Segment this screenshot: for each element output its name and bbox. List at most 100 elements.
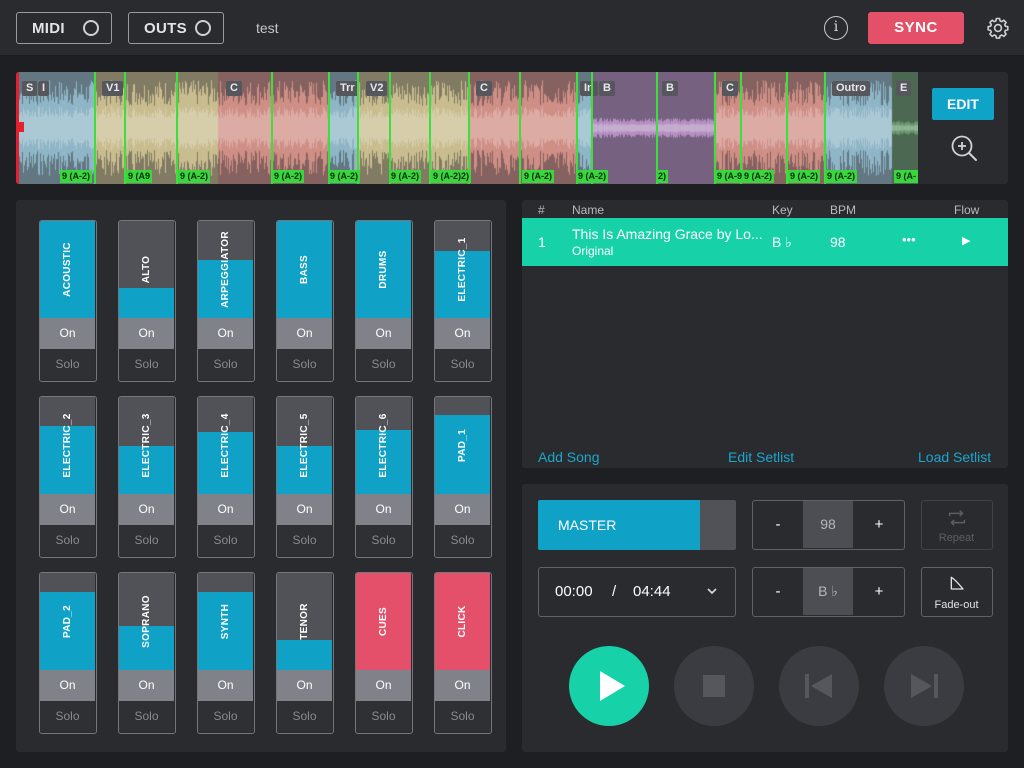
- solo-button[interactable]: Solo: [277, 525, 332, 556]
- section-label[interactable]: I: [38, 81, 50, 96]
- volume-fader[interactable]: CLICK: [435, 573, 490, 670]
- bpm-increase-button[interactable]: +: [854, 501, 904, 548]
- track-name: ACOUSTIC: [62, 242, 73, 297]
- chord-label: 9 (A-2)2): [431, 170, 472, 183]
- solo-button[interactable]: Solo: [356, 525, 411, 556]
- solo-button[interactable]: Solo: [119, 349, 174, 380]
- solo-button[interactable]: Solo: [40, 525, 95, 556]
- section-label[interactable]: In: [580, 81, 598, 96]
- volume-fader[interactable]: CUES: [356, 573, 411, 670]
- section-label[interactable]: C: [476, 81, 492, 96]
- section-label[interactable]: S: [22, 81, 38, 96]
- volume-fader[interactable]: SOPRANO: [119, 573, 174, 670]
- key-decrease-button[interactable]: -: [753, 568, 803, 615]
- solo-button[interactable]: Solo: [198, 525, 253, 556]
- mute-on-button[interactable]: On: [40, 318, 95, 349]
- volume-fader[interactable]: PAD_1: [435, 397, 490, 494]
- section-label[interactable]: V1: [102, 81, 124, 96]
- solo-button[interactable]: Solo: [119, 525, 174, 556]
- volume-fader[interactable]: SYNTH: [198, 573, 253, 670]
- mute-on-button[interactable]: On: [356, 318, 411, 349]
- solo-button[interactable]: Solo: [435, 701, 490, 732]
- mute-on-button[interactable]: On: [119, 318, 174, 349]
- add-song-link[interactable]: Add Song: [538, 449, 600, 465]
- mute-on-button[interactable]: On: [198, 670, 253, 701]
- volume-fader[interactable]: ACOUSTIC: [40, 221, 95, 318]
- solo-button[interactable]: Solo: [435, 349, 490, 380]
- solo-button[interactable]: Solo: [277, 349, 332, 380]
- mute-on-button[interactable]: On: [277, 670, 332, 701]
- solo-button[interactable]: Solo: [119, 701, 174, 732]
- volume-fader[interactable]: ELECTRIC_3: [119, 397, 174, 494]
- volume-fader[interactable]: ELECTRIC_6: [356, 397, 411, 494]
- volume-fader[interactable]: ELECTRIC_2: [40, 397, 95, 494]
- solo-button[interactable]: Solo: [198, 701, 253, 732]
- mute-on-button[interactable]: On: [119, 494, 174, 525]
- mute-on-button[interactable]: On: [40, 494, 95, 525]
- setlist-row[interactable]: 1 This Is Amazing Grace by Lo... Origina…: [522, 218, 1008, 266]
- transport-panel: MASTER - 98 + Repeat 00:00 / 04:44 - B ♭…: [522, 484, 1008, 752]
- volume-fader[interactable]: ARPEGGIATOR: [198, 221, 253, 318]
- volume-fader[interactable]: TENOR: [277, 573, 332, 670]
- mute-on-button[interactable]: On: [356, 494, 411, 525]
- mute-on-button[interactable]: On: [435, 670, 490, 701]
- solo-button[interactable]: Solo: [435, 525, 490, 556]
- volume-fader[interactable]: ALTO: [119, 221, 174, 318]
- marker-line: [271, 72, 273, 184]
- midi-toggle-button[interactable]: MIDI: [16, 12, 112, 44]
- volume-fader[interactable]: ELECTRIC_4: [198, 397, 253, 494]
- next-button[interactable]: [884, 646, 964, 726]
- edit-setlist-link[interactable]: Edit Setlist: [728, 449, 794, 465]
- gear-icon[interactable]: [986, 16, 1010, 40]
- solo-button[interactable]: Solo: [356, 349, 411, 380]
- marker-line: [468, 72, 470, 184]
- mute-on-button[interactable]: On: [40, 670, 95, 701]
- section-label[interactable]: B: [662, 81, 678, 96]
- play-button[interactable]: [569, 646, 649, 726]
- stop-button[interactable]: [674, 646, 754, 726]
- playhead-handle[interactable]: [16, 122, 24, 132]
- zoom-in-icon[interactable]: [949, 133, 979, 163]
- mute-on-button[interactable]: On: [435, 494, 490, 525]
- key-increase-button[interactable]: +: [854, 568, 904, 615]
- play-song-icon[interactable]: ▶: [962, 234, 970, 247]
- outs-toggle-button[interactable]: OUTS: [128, 12, 224, 44]
- mute-on-button[interactable]: On: [356, 670, 411, 701]
- section-label[interactable]: Trr: [336, 81, 359, 96]
- mute-on-button[interactable]: On: [435, 318, 490, 349]
- section-label[interactable]: C: [722, 81, 738, 96]
- waveform-timeline[interactable]: S I V1 C Trr V2 C In B B C Outro E 9 (A-2) 9 (A9 9 (A-2…: [16, 72, 918, 184]
- solo-button[interactable]: Solo: [198, 349, 253, 380]
- volume-fader[interactable]: PAD_2: [40, 573, 95, 670]
- previous-button[interactable]: [779, 646, 859, 726]
- load-setlist-link[interactable]: Load Setlist: [918, 449, 991, 465]
- sync-button[interactable]: SYNC: [868, 12, 964, 44]
- edit-button[interactable]: EDIT: [932, 88, 994, 120]
- volume-fader[interactable]: ELECTRIC_1: [435, 221, 490, 318]
- section-label[interactable]: B: [599, 81, 615, 96]
- volume-fader[interactable]: DRUMS: [356, 221, 411, 318]
- section-label[interactable]: E: [896, 81, 912, 96]
- section-label[interactable]: Outro: [832, 81, 870, 96]
- mute-on-button[interactable]: On: [119, 670, 174, 701]
- solo-button[interactable]: Solo: [40, 349, 95, 380]
- volume-fader[interactable]: BASS: [277, 221, 332, 318]
- mute-on-button[interactable]: On: [198, 494, 253, 525]
- master-volume-fader[interactable]: MASTER: [538, 500, 736, 550]
- fade-out-button[interactable]: Fade-out: [921, 567, 993, 617]
- channel-strip: BASS On Solo: [276, 220, 334, 382]
- time-display[interactable]: 00:00 / 04:44: [538, 567, 736, 617]
- mute-on-button[interactable]: On: [198, 318, 253, 349]
- section-label[interactable]: C: [226, 81, 242, 96]
- bpm-decrease-button[interactable]: -: [753, 501, 803, 548]
- section-label[interactable]: V2: [366, 81, 388, 96]
- repeat-button[interactable]: Repeat: [921, 500, 993, 550]
- solo-button[interactable]: Solo: [356, 701, 411, 732]
- info-icon[interactable]: i: [824, 16, 848, 40]
- mute-on-button[interactable]: On: [277, 318, 332, 349]
- more-options-icon[interactable]: •••: [902, 232, 916, 247]
- solo-button[interactable]: Solo: [277, 701, 332, 732]
- solo-button[interactable]: Solo: [40, 701, 95, 732]
- mute-on-button[interactable]: On: [277, 494, 332, 525]
- volume-fader[interactable]: ELECTRIC_5: [277, 397, 332, 494]
